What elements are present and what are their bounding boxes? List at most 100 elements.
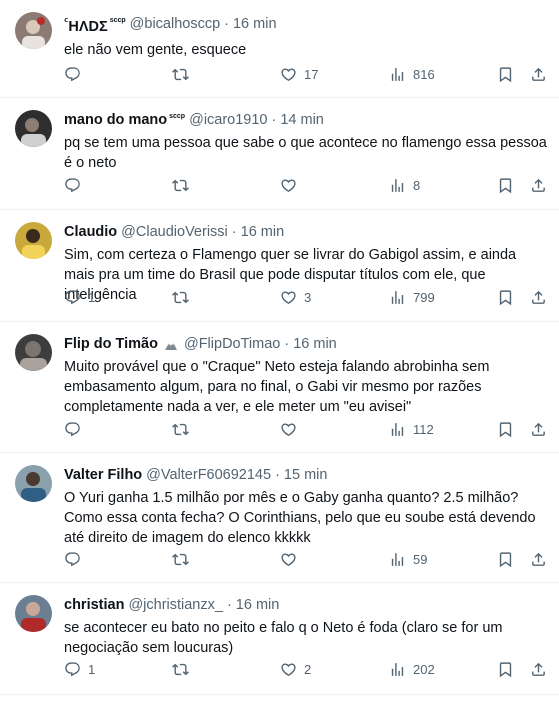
reply-button[interactable] bbox=[64, 175, 88, 195]
retweet-button[interactable] bbox=[172, 419, 196, 439]
bookmark-icon bbox=[499, 66, 512, 82]
share-icon bbox=[532, 552, 545, 566]
heart-icon bbox=[281, 422, 296, 436]
display-name[interactable]: Flip do Timão bbox=[64, 335, 158, 354]
like-button[interactable]: 2 bbox=[280, 659, 311, 679]
share-button[interactable] bbox=[530, 64, 547, 84]
share-icon bbox=[532, 178, 545, 192]
handle[interactable]: @ClaudioVerissi bbox=[121, 223, 228, 242]
share-button[interactable] bbox=[530, 419, 547, 439]
tweet[interactable]: christian @jchristianzx_ · 16 min se aco… bbox=[0, 583, 559, 695]
like-button[interactable] bbox=[280, 175, 304, 195]
share-icon bbox=[532, 290, 545, 304]
action-bar: 59 bbox=[64, 549, 545, 569]
avatar[interactable] bbox=[15, 110, 52, 147]
retweet-button[interactable] bbox=[172, 549, 196, 569]
tweet-text: O Yuri ganha 1.5 milhão por mês e o Gaby… bbox=[64, 490, 536, 546]
tweet[interactable]: Flip do Timão @FlipDoTimao · 16 min Muit… bbox=[0, 322, 559, 453]
handle[interactable]: @ValterF60692145 bbox=[146, 466, 271, 485]
tweet[interactable]: Valter Filho @ValterF60692145 · 15 min O… bbox=[0, 453, 559, 583]
display-name[interactable]: Valter Filho bbox=[64, 466, 142, 485]
avatar[interactable] bbox=[15, 595, 52, 632]
display-name[interactable]: christian bbox=[64, 596, 124, 615]
display-name[interactable]: ᑦΗΛDΣ bbox=[64, 13, 108, 37]
handle[interactable]: @FlipDoTimao bbox=[184, 335, 280, 354]
timestamp[interactable]: 16 min bbox=[233, 15, 277, 34]
bookmark-icon bbox=[499, 661, 512, 677]
views-button[interactable]: 799 bbox=[389, 287, 435, 307]
share-icon bbox=[532, 67, 545, 81]
bookmark-button[interactable] bbox=[497, 549, 514, 569]
bookmark-button[interactable] bbox=[497, 64, 514, 84]
avatar[interactable] bbox=[15, 334, 52, 371]
timestamp[interactable]: 16 min bbox=[241, 223, 285, 242]
heart-icon bbox=[281, 662, 296, 676]
handle[interactable]: @jchristianzx_ bbox=[128, 596, 223, 615]
reply-button[interactable] bbox=[64, 419, 88, 439]
avatar[interactable] bbox=[15, 465, 52, 502]
action-bar: 112 bbox=[64, 419, 545, 439]
reply-button[interactable]: 1 bbox=[64, 287, 95, 307]
name-badge: sccp bbox=[169, 113, 186, 120]
share-button[interactable] bbox=[530, 549, 547, 569]
bar-chart-icon bbox=[391, 290, 404, 304]
tweet[interactable]: Claudio @ClaudioVerissi · 16 min Sim, co… bbox=[0, 210, 559, 322]
like-button[interactable] bbox=[280, 549, 304, 569]
bar-chart-icon bbox=[391, 552, 404, 566]
share-button[interactable] bbox=[530, 175, 547, 195]
like-button[interactable]: 17 bbox=[280, 64, 318, 84]
action-bar: 17 816 bbox=[64, 64, 545, 84]
bookmark-icon bbox=[499, 177, 512, 193]
retweet-icon bbox=[172, 423, 189, 435]
reply-icon bbox=[65, 177, 80, 192]
retweet-icon bbox=[172, 179, 189, 191]
separator-dot: · bbox=[224, 16, 229, 33]
reply-icon bbox=[65, 421, 80, 436]
views-button[interactable]: 8 bbox=[389, 175, 420, 195]
tweet[interactable]: mano do mano sccp @icaro1910 · 14 min pq … bbox=[0, 98, 559, 210]
reply-button[interactable]: 1 bbox=[64, 659, 95, 679]
timestamp[interactable]: 14 min bbox=[280, 111, 324, 130]
bar-chart-icon bbox=[391, 662, 404, 676]
tweet[interactable]: ᑦΗΛDΣ sccp @bicalhosccp · 16 min ele não … bbox=[0, 0, 559, 98]
reply-button[interactable] bbox=[64, 549, 88, 569]
bookmark-button[interactable] bbox=[497, 287, 514, 307]
bookmark-button[interactable] bbox=[497, 419, 514, 439]
avatar[interactable] bbox=[15, 222, 52, 259]
retweet-icon bbox=[172, 291, 189, 303]
views-button[interactable]: 202 bbox=[389, 659, 435, 679]
share-button[interactable] bbox=[530, 287, 547, 307]
retweet-button[interactable] bbox=[172, 64, 196, 84]
mountain-emoji-icon bbox=[164, 338, 178, 352]
heart-icon bbox=[281, 178, 296, 192]
avatar[interactable] bbox=[15, 12, 52, 49]
bookmark-button[interactable] bbox=[497, 659, 514, 679]
like-button[interactable]: 3 bbox=[280, 287, 311, 307]
retweet-button[interactable] bbox=[172, 287, 196, 307]
views-button[interactable]: 112 bbox=[389, 419, 434, 439]
timestamp[interactable]: 16 min bbox=[236, 596, 280, 615]
tweet-text: se acontecer eu bato no peito e falo q o… bbox=[64, 620, 503, 656]
action-bar: 1 3 799 bbox=[64, 287, 545, 307]
bar-chart-icon bbox=[391, 422, 404, 436]
display-name[interactable]: mano do mano bbox=[64, 111, 167, 130]
retweet-button[interactable] bbox=[172, 659, 196, 679]
reply-button[interactable] bbox=[64, 64, 88, 84]
timestamp[interactable]: 16 min bbox=[293, 335, 337, 354]
bar-chart-icon bbox=[391, 178, 404, 192]
separator-dot: · bbox=[275, 467, 280, 483]
separator-dot: · bbox=[226, 597, 232, 613]
views-button[interactable]: 816 bbox=[389, 64, 435, 84]
display-name[interactable]: Claudio bbox=[64, 223, 117, 242]
views-button[interactable]: 59 bbox=[389, 549, 427, 569]
bookmark-icon bbox=[499, 551, 512, 567]
share-button[interactable] bbox=[530, 659, 547, 679]
timestamp[interactable]: 15 min bbox=[284, 466, 328, 485]
handle[interactable]: @bicalhosccp bbox=[130, 15, 220, 34]
like-button[interactable] bbox=[280, 419, 304, 439]
retweet-button[interactable] bbox=[172, 175, 196, 195]
bookmark-button[interactable] bbox=[497, 175, 514, 195]
handle[interactable]: @icaro1910 bbox=[189, 111, 267, 130]
retweet-icon bbox=[172, 553, 189, 565]
separator-dot: · bbox=[271, 112, 277, 128]
